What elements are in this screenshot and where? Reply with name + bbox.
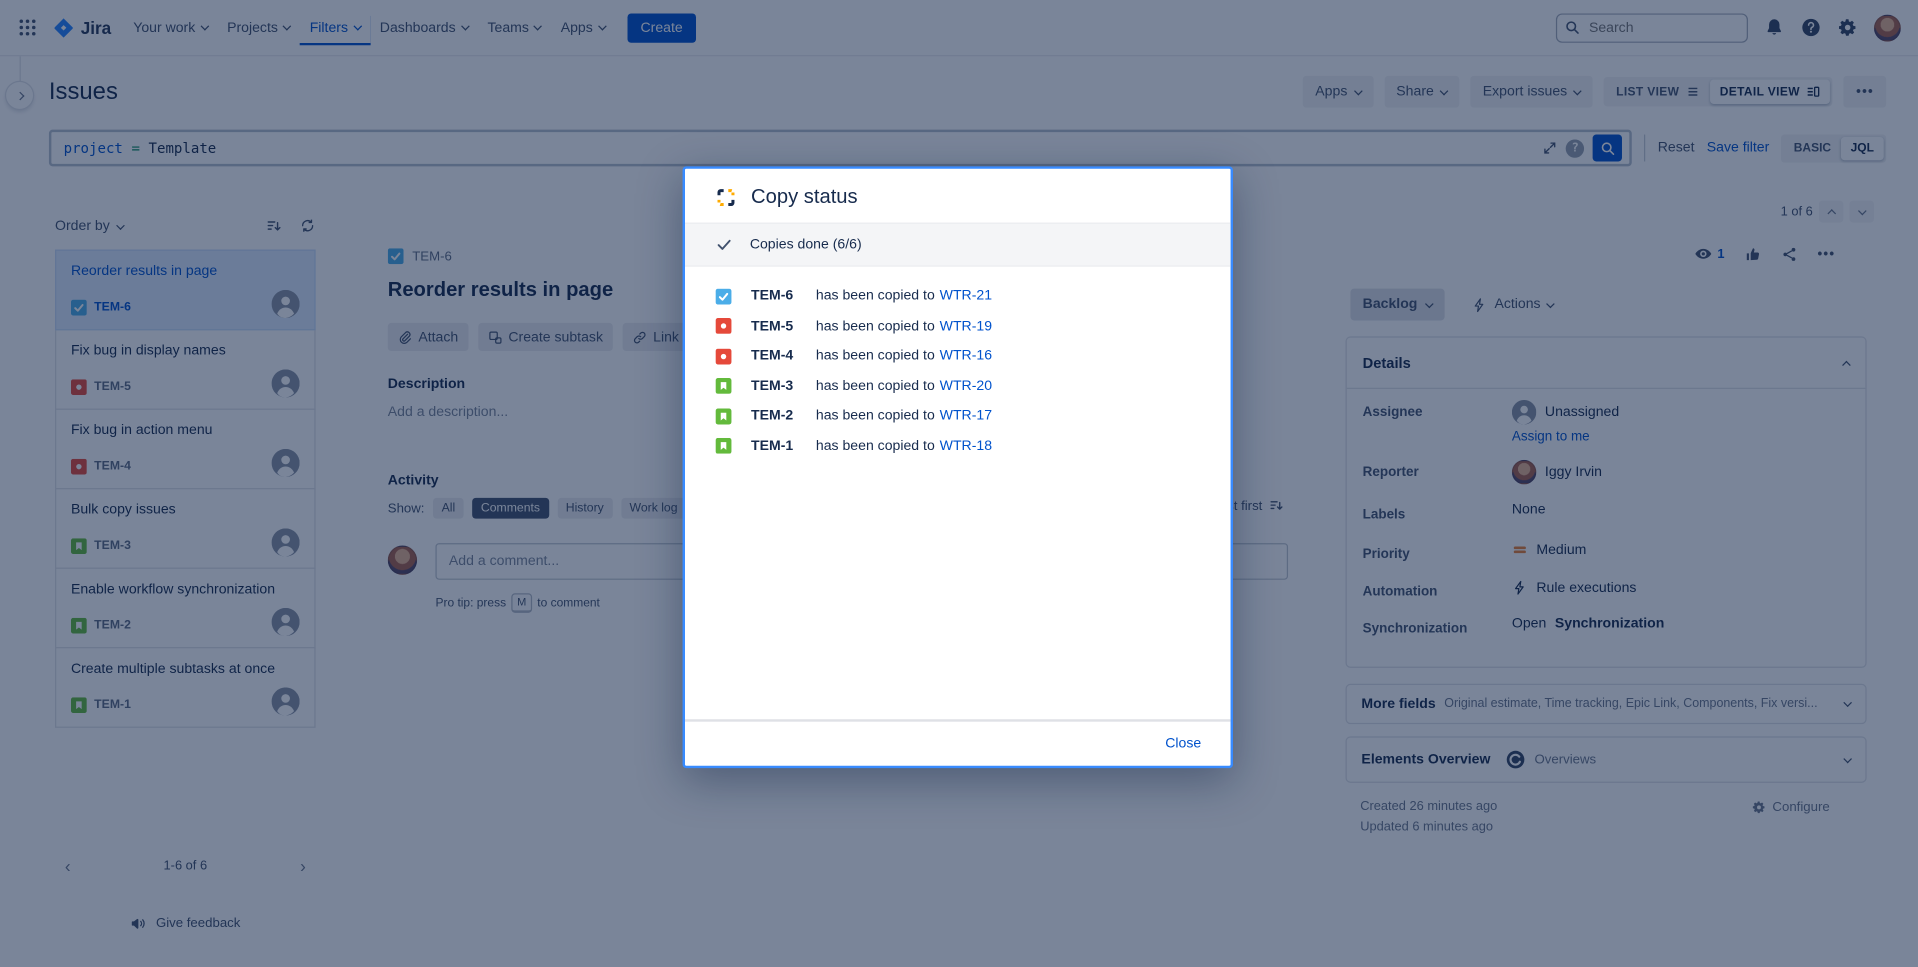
target-issue-link[interactable]: WTR-19	[940, 319, 992, 334]
copy-result-row: TEM-3 has been copied to WTR-20	[716, 371, 1200, 401]
target-issue-link[interactable]: WTR-18	[940, 439, 992, 454]
story-icon	[716, 438, 732, 454]
copy-results-list: TEM-6 has been copied to WTR-21 TEM-5 ha…	[685, 267, 1231, 461]
task-icon	[716, 288, 732, 304]
story-icon	[716, 408, 732, 424]
copy-result-row: TEM-6 has been copied to WTR-21	[716, 281, 1200, 311]
target-issue-link[interactable]: WTR-20	[940, 379, 992, 394]
modal-title: Copy status	[751, 186, 858, 209]
close-button[interactable]: Close	[1165, 736, 1201, 751]
bug-icon	[716, 318, 732, 334]
target-issue-link[interactable]: WTR-21	[940, 289, 992, 304]
bug-icon	[716, 348, 732, 364]
copy-status-modal: Copy status Copies done (6/6) TEM-6 has …	[683, 166, 1233, 768]
copy-result-row: TEM-5 has been copied to WTR-19	[716, 311, 1200, 341]
check-icon	[716, 236, 733, 253]
modal-header: Copy status	[685, 169, 1231, 223]
copies-done-summary: Copies done (6/6)	[685, 223, 1231, 267]
target-issue-link[interactable]: WTR-16	[940, 349, 992, 364]
jira-app: Jira Your work Projects Filters Dashboar…	[0, 0, 1918, 967]
target-issue-link[interactable]: WTR-17	[940, 409, 992, 424]
copy-result-row: TEM-4 has been copied to WTR-16	[716, 341, 1200, 371]
copy-result-row: TEM-1 has been copied to WTR-18	[716, 431, 1200, 461]
copy-status-icon	[714, 186, 737, 209]
story-icon	[716, 378, 732, 394]
copy-result-row: TEM-2 has been copied to WTR-17	[716, 401, 1200, 431]
modal-footer: Close	[685, 719, 1231, 765]
